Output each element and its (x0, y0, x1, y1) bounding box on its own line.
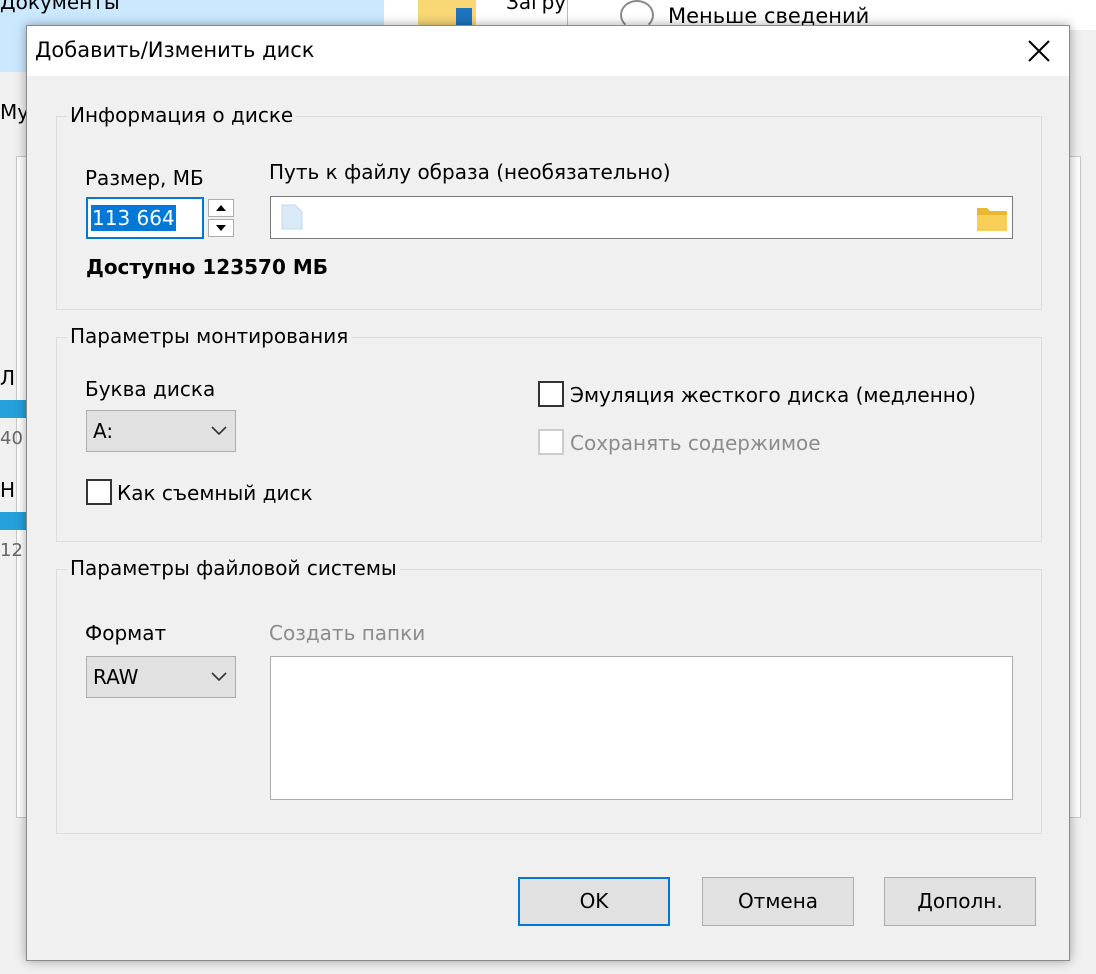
size-label: Размер, МБ (85, 166, 204, 190)
background-downloads-label[interactable]: Загру (506, 0, 566, 14)
close-button[interactable] (1009, 26, 1069, 76)
background-side-label-my: Му (0, 100, 30, 124)
hdd-emulation-checkbox[interactable] (538, 381, 564, 407)
image-path-input[interactable] (270, 196, 1013, 239)
dialog-titlebar[interactable]: Добавить/Изменить диск (27, 26, 1069, 76)
size-decrement-button[interactable] (208, 219, 234, 237)
keep-contents-label: Сохранять содержимое (570, 431, 821, 455)
removable-disk-checkbox[interactable] (86, 479, 112, 505)
format-value: RAW (93, 665, 139, 689)
dialog-title: Добавить/Изменить диск (35, 38, 315, 62)
close-icon (1028, 40, 1050, 62)
downloads-folder-icon (418, 0, 476, 26)
chevron-down-icon (211, 426, 227, 436)
background-side-label-h: Н (0, 478, 16, 502)
keep-contents-checkbox (538, 429, 564, 455)
ok-button[interactable]: OK (518, 877, 670, 926)
drive-letter-value: A: (93, 419, 114, 443)
add-edit-disk-dialog: Добавить/Изменить диск Информация о диск… (26, 25, 1070, 961)
disk-info-group-label: Информация о диске (67, 103, 297, 127)
mount-params-group-label: Параметры монтирования (67, 324, 352, 348)
drive-letter-select[interactable]: A: (86, 410, 236, 452)
removable-disk-label[interactable]: Как съемный диск (117, 481, 313, 505)
folder-browse-icon[interactable] (976, 204, 1008, 232)
background-documents-label: Документы (0, 0, 120, 14)
cancel-button[interactable]: Отмена (702, 877, 854, 926)
background-side-label-12: 12 (0, 540, 23, 561)
background-usage-bar (0, 400, 28, 418)
arrow-up-icon (216, 205, 226, 211)
filesystem-params-group-label: Параметры файловой системы (67, 556, 400, 580)
hdd-emulation-label[interactable]: Эмуляция жесткого диска (медленно) (570, 383, 976, 407)
size-input[interactable]: 113 664 (86, 197, 204, 239)
create-folders-label: Создать папки (269, 621, 426, 645)
size-increment-button[interactable] (208, 199, 234, 217)
format-select[interactable]: RAW (86, 656, 236, 698)
size-value: 113 664 (91, 205, 176, 231)
image-path-label: Путь к файлу образа (необязательно) (269, 160, 671, 184)
format-label: Формат (85, 621, 167, 645)
available-space-text: Доступно 123570 МБ (86, 255, 328, 279)
background-side-label-l: Л (0, 366, 16, 390)
background-separator (567, 0, 568, 26)
arrow-down-icon (216, 225, 226, 231)
create-folders-textarea[interactable] (270, 656, 1013, 800)
background-usage-bar (0, 512, 28, 530)
chevron-down-icon (211, 672, 227, 682)
drive-letter-label: Буква диска (85, 377, 216, 401)
background-side-label-40: 40 (0, 428, 23, 449)
advanced-button[interactable]: Дополн. (884, 877, 1036, 926)
file-icon (281, 204, 303, 230)
